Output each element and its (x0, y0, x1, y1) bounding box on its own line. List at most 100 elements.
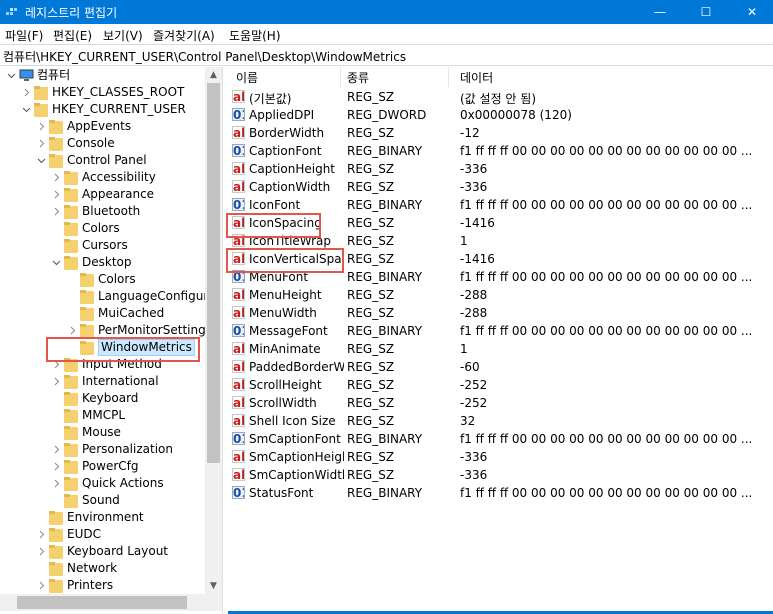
tree-item[interactable]: HKEY_CURRENT_USER (0, 101, 205, 118)
value-name: SmCaptionFont (249, 432, 341, 446)
value-row[interactable]: 011 AppliedDPI REG_DWORD 0x00000078 (120) (228, 107, 773, 125)
tree-item-label: PowerCfg (82, 459, 139, 473)
maximize-button[interactable]: ☐ (683, 0, 729, 24)
chevron-right-icon[interactable] (50, 169, 62, 186)
chevron-down-icon[interactable] (35, 152, 47, 169)
column-type[interactable]: 종류 (347, 69, 369, 87)
tree-item[interactable]: Mouse (0, 424, 205, 441)
minimize-button[interactable]: — (637, 0, 683, 24)
chevron-right-icon[interactable] (50, 441, 62, 458)
computer-icon (19, 67, 34, 84)
tree-item[interactable]: Bluetooth (0, 203, 205, 220)
value-name: StatusFont (249, 486, 314, 500)
value-row[interactable]: ab BorderWidth REG_SZ -12 (228, 125, 773, 143)
value-row[interactable]: 011 CaptionFont REG_BINARY f1 ff ff ff 00 0… (228, 143, 773, 161)
chevron-right-icon[interactable] (50, 458, 62, 475)
value-row[interactable]: ab MenuHeight REG_SZ -288 (228, 287, 773, 305)
value-row[interactable]: ab PaddedBorderW...REG_SZ -60 (228, 359, 773, 377)
tree-item[interactable]: Desktop (0, 254, 205, 271)
tree-horizontal-scrollbar[interactable] (0, 594, 222, 611)
tree-item[interactable]: MuiCached (0, 305, 205, 322)
menu-view[interactable]: 보기(V) (103, 27, 143, 44)
tree-item[interactable]: Appearance (0, 186, 205, 203)
menu-file[interactable]: 파일(F) (5, 27, 43, 44)
folder-icon (80, 271, 94, 288)
tree-item[interactable]: Printers (0, 577, 205, 594)
menu-edit[interactable]: 편집(E) (53, 27, 92, 44)
menu-favorites[interactable]: 즐겨찾기(A) (153, 27, 215, 44)
chevron-right-icon[interactable] (35, 118, 47, 135)
tree-item[interactable]: LanguageConfiguratio (0, 288, 222, 305)
column-name[interactable]: 이름 (236, 69, 258, 87)
tree-item-label: Accessibility (82, 170, 156, 184)
menu-help[interactable]: 도움말(H) (229, 27, 281, 44)
tree-item[interactable]: 컴퓨터 (0, 67, 205, 84)
chevron-right-icon[interactable] (35, 135, 47, 152)
chevron-right-icon[interactable] (35, 577, 47, 594)
tree-item[interactable]: Sound (0, 492, 205, 509)
chevron-right-icon[interactable] (35, 543, 47, 560)
tree-item[interactable]: Environment (0, 509, 205, 526)
value-row[interactable]: ab MinAnimate REG_SZ 1 (228, 341, 773, 359)
chevron-down-icon[interactable] (5, 67, 17, 84)
tree-item[interactable]: Personalization (0, 441, 205, 458)
scroll-up-icon[interactable]: ▲ (205, 67, 222, 83)
chevron-right-icon[interactable] (50, 475, 62, 492)
tree-item[interactable]: Cursors (0, 237, 205, 254)
address-bar[interactable]: 컴퓨터\HKEY_CURRENT_USER\Control Panel\Desk… (0, 44, 773, 66)
value-row[interactable]: ab (기본값) REG_SZ (값 설정 안 됨) (228, 89, 773, 107)
tree-item[interactable]: AppEvents (0, 118, 205, 135)
value-name: SmCaptionHeight (249, 450, 344, 464)
chevron-right-icon[interactable] (50, 203, 62, 220)
value-row[interactable]: 011 StatusFont REG_BINARY f1 ff ff ff 00 00… (228, 485, 773, 503)
tree-item[interactable]: Keyboard (0, 390, 205, 407)
value-name: (기본값) (249, 92, 292, 106)
value-row[interactable]: 011 SmCaptionFont REG_BINARY f1 ff ff ff 00… (228, 431, 773, 449)
value-data: -288 (460, 288, 488, 302)
close-button[interactable]: ✕ (729, 0, 773, 24)
chevron-right-icon[interactable] (50, 373, 62, 390)
tree-item[interactable]: Accessibility (0, 169, 205, 186)
value-data: f1 ff ff ff 00 00 00 00 00 00 00 00 00 0… (460, 198, 753, 212)
value-row[interactable]: ab ScrollWidth REG_SZ -252 (228, 395, 773, 413)
tree-item[interactable]: Colors (0, 220, 205, 237)
tree-item[interactable]: Console (0, 135, 205, 152)
tree-item[interactable]: MMCPL (0, 407, 205, 424)
address-path[interactable]: 컴퓨터\HKEY_CURRENT_USER\Control Panel\Desk… (3, 48, 406, 65)
value-row[interactable]: ab MenuWidth REG_SZ -288 (228, 305, 773, 323)
chevron-right-icon[interactable] (20, 84, 32, 101)
value-row[interactable]: ab SmCaptionHeightREG_SZ -336 (228, 449, 773, 467)
tree-item[interactable]: Keyboard Layout (0, 543, 205, 560)
value-row[interactable]: ab CaptionWidth REG_SZ -336 (228, 179, 773, 197)
title-bar: 레지스트리 편집기 — ☐ ✕ (0, 0, 773, 24)
tree-item[interactable]: Control Panel (0, 152, 205, 169)
value-data: f1 ff ff ff 00 00 00 00 00 00 00 00 00 0… (460, 144, 753, 158)
column-divider[interactable] (340, 67, 341, 87)
chevron-down-icon[interactable] (20, 101, 32, 118)
tree-item[interactable]: International (0, 373, 205, 390)
tree-item[interactable]: EUDC (0, 526, 205, 543)
column-divider[interactable] (448, 67, 449, 87)
value-name: ScrollHeight (249, 378, 322, 392)
column-data[interactable]: 데이터 (460, 69, 493, 87)
value-row[interactable]: 011 MessageFont REG_BINARY f1 ff ff ff 00 0… (228, 323, 773, 341)
value-name: MessageFont (249, 324, 328, 338)
scroll-thumb-horizontal[interactable] (17, 596, 187, 609)
value-row[interactable]: ab ScrollHeight REG_SZ -252 (228, 377, 773, 395)
scroll-down-icon[interactable]: ▼ (205, 578, 222, 594)
highlight-box (226, 213, 321, 238)
chevron-right-icon[interactable] (35, 526, 47, 543)
value-row[interactable]: ab SmCaptionWidthREG_SZ -336 (228, 467, 773, 485)
scroll-thumb[interactable] (207, 83, 220, 463)
tree-item[interactable]: HKEY_CLASSES_ROOT (0, 84, 205, 101)
tree-item[interactable]: Quick Actions (0, 475, 205, 492)
value-type: REG_SZ (347, 126, 395, 140)
tree-item[interactable]: PowerCfg (0, 458, 205, 475)
tree-item[interactable]: Network (0, 560, 205, 577)
chevron-down-icon[interactable] (50, 254, 62, 271)
tree-item[interactable]: Colors (0, 271, 205, 288)
chevron-right-icon[interactable] (50, 186, 62, 203)
value-row[interactable]: ab Shell Icon Size REG_SZ 32 (228, 413, 773, 431)
tree-vertical-scrollbar[interactable]: ▲ ▼ (205, 67, 222, 594)
value-row[interactable]: ab CaptionHeight REG_SZ -336 (228, 161, 773, 179)
